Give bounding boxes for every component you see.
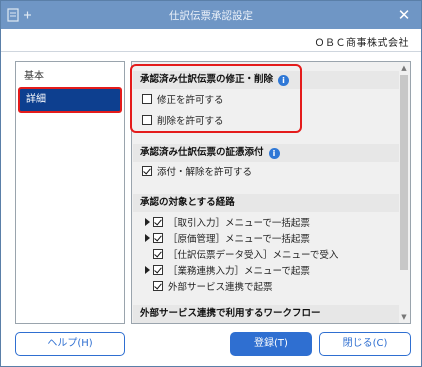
close-button[interactable]: 閉じる(C) <box>319 332 411 356</box>
checkbox-checked-icon <box>153 217 163 227</box>
settings-nav: 基本 詳細 <box>15 61 125 324</box>
section-header-edit-delete: 承認済み仕訳伝票の修正・削除 i <box>133 71 399 89</box>
section-header-workflow: 外部サービス連携で利用するワークフロー <box>133 305 399 323</box>
checkbox-label: 削除を許可する <box>157 116 224 127</box>
route-label: ［取引入力］メニューで一括起票 <box>168 218 310 229</box>
scroll-down-icon[interactable]: ▼ <box>400 312 408 322</box>
nav-item-basic[interactable]: 基本 <box>18 66 122 88</box>
allow-delete-checkbox[interactable]: 削除を許可する <box>142 114 224 130</box>
expand-arrow-icon[interactable] <box>145 234 150 242</box>
nav-item-detail[interactable]: 詳細 <box>18 87 122 113</box>
section-title: 承認済み仕訳伝票の修正・削除 <box>140 74 274 85</box>
section-title: 外部サービス連携で利用するワークフロー <box>140 308 321 319</box>
expand-arrow-icon[interactable] <box>145 266 150 274</box>
route-row[interactable]: ［業務連携入力］メニューで起票 <box>145 264 310 280</box>
title-bar: 仕訳伝票承認設定 ✕ <box>1 1 421 29</box>
checkbox-label: 修正を許可する <box>157 95 224 106</box>
route-row[interactable]: ［取引入力］メニューで一括起票 <box>145 216 310 232</box>
section-title: 承認の対象とする経路 <box>140 197 235 208</box>
company-name: ＯＢＣ商事株式会社 <box>314 38 409 49</box>
info-icon[interactable]: i <box>278 75 290 86</box>
help-button[interactable]: ヘルプ(H) <box>15 332 125 356</box>
scroll-up-icon[interactable]: ▲ <box>400 63 408 73</box>
header-divider <box>1 51 421 52</box>
route-label: 外部サービス連携で起票 <box>168 282 273 293</box>
route-label: ［業務連携入力］メニューで起票 <box>168 266 310 277</box>
checkbox-icon <box>142 115 152 125</box>
checkbox-icon <box>142 94 152 104</box>
checkbox-checked-icon <box>153 281 163 291</box>
route-row[interactable]: 外部サービス連携で起票 <box>145 280 273 296</box>
allow-attach-checkbox[interactable]: 添付・解除を許可する <box>142 165 252 181</box>
vertical-scrollbar[interactable]: ▲ ▼ <box>399 63 409 322</box>
register-button[interactable]: 登録(T) <box>230 332 312 356</box>
info-icon[interactable]: i <box>268 148 280 159</box>
section-header-routes: 承認の対象とする経路 <box>133 194 399 212</box>
checkbox-checked-icon <box>153 265 163 275</box>
expand-arrow-icon[interactable] <box>145 218 150 226</box>
checkbox-checked-icon <box>153 249 163 259</box>
route-row[interactable]: ［仕訳伝票データ受入］メニューで受入 <box>145 248 338 264</box>
scroll-thumb[interactable] <box>400 75 408 270</box>
dialog-window: 仕訳伝票承認設定 ✕ ＯＢＣ商事株式会社 基本 詳細 承認済み仕訳伝票の修正・削… <box>0 0 422 367</box>
checkbox-checked-icon <box>142 166 152 176</box>
close-icon[interactable]: ✕ <box>395 6 413 24</box>
route-label: ［仕訳伝票データ受入］メニューで受入 <box>168 250 339 261</box>
route-row[interactable]: ［原価管理］メニューで一括起票 <box>145 232 310 248</box>
section-title: 承認済み仕訳伝票の証憑添付 <box>140 147 264 158</box>
section-header-attachment: 承認済み仕訳伝票の証憑添付 i <box>133 144 399 162</box>
window-title: 仕訳伝票承認設定 <box>169 10 253 22</box>
checkbox-checked-icon <box>153 233 163 243</box>
checkbox-label: 添付・解除を許可する <box>157 167 253 178</box>
settings-content: 承認済み仕訳伝票の修正・削除 i 修正を許可する 削除を許可する 承認済み仕訳伝票… <box>131 61 411 324</box>
route-label: ［原価管理］メニューで一括起票 <box>168 234 310 245</box>
allow-edit-checkbox[interactable]: 修正を許可する <box>142 93 224 109</box>
